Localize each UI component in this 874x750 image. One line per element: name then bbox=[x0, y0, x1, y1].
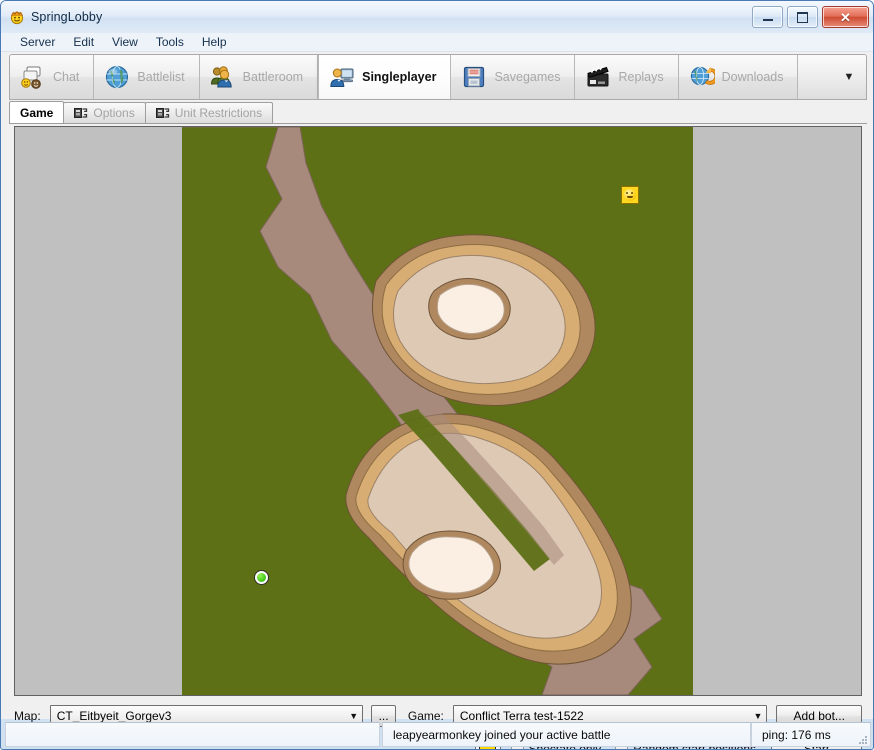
status-ping-label: ping: 176 ms bbox=[762, 727, 831, 742]
tab-singleplayer-label: Singleplayer bbox=[362, 70, 437, 84]
toolbar-spacer bbox=[798, 55, 832, 99]
maximize-icon bbox=[797, 11, 808, 23]
subtab-game[interactable]: Game bbox=[9, 101, 65, 123]
window-title: SpringLobby bbox=[31, 10, 103, 24]
menu-edit[interactable]: Edit bbox=[64, 33, 103, 51]
menu-view[interactable]: View bbox=[103, 33, 147, 51]
tab-battlelist-label: Battlelist bbox=[137, 70, 185, 84]
tab-downloads-label: Downloads bbox=[721, 70, 784, 84]
window-buttons: ✕ bbox=[752, 6, 869, 28]
tab-savegames[interactable]: Savegames bbox=[451, 55, 576, 99]
clapperboard-icon bbox=[585, 64, 611, 90]
springlobby-window: SpringLobby ✕ Server Edit View Tools Hel… bbox=[0, 0, 874, 750]
subtab-game-label: Game bbox=[20, 105, 54, 120]
start-position-face-icon bbox=[624, 189, 636, 201]
status-ping: ping: 176 ms bbox=[751, 722, 871, 747]
single-user-pc-icon bbox=[329, 64, 355, 90]
globe-download-icon bbox=[689, 64, 719, 90]
close-button[interactable]: ✕ bbox=[822, 6, 869, 28]
maximize-button[interactable] bbox=[787, 6, 818, 28]
title-bar: SpringLobby ✕ bbox=[1, 1, 873, 33]
tab-battleroom[interactable]: Battleroom bbox=[199, 55, 319, 99]
tab-battleroom-label: Battleroom bbox=[242, 70, 304, 84]
map-preview-panel[interactable] bbox=[14, 126, 862, 696]
status-message: leapyearmonkey joined your active battle bbox=[382, 722, 751, 747]
globe-icon bbox=[104, 64, 130, 90]
ally-position-marker[interactable] bbox=[255, 571, 268, 584]
start-position-marker[interactable] bbox=[621, 186, 639, 204]
menu-help[interactable]: Help bbox=[193, 33, 236, 51]
springlobby-crown-smiley-icon bbox=[9, 9, 25, 25]
tab-singleplayer[interactable]: Singleplayer bbox=[318, 55, 452, 99]
sub-tab-bar: Game Options Unit Restrictions bbox=[9, 101, 867, 124]
close-icon: ✕ bbox=[840, 9, 851, 25]
tab-downloads[interactable]: Downloads bbox=[678, 55, 799, 99]
status-bar: leapyearmonkey joined your active battle… bbox=[1, 719, 873, 747]
tab-replays-label: Replays bbox=[618, 70, 664, 84]
minimize-button[interactable] bbox=[752, 6, 783, 28]
tab-chat-label: Chat bbox=[53, 70, 80, 84]
tab-savegames-label: Savegames bbox=[494, 70, 561, 84]
toolbar-overflow-button[interactable]: ▼ bbox=[832, 55, 866, 99]
map-terrain bbox=[182, 127, 693, 695]
map-preview-image[interactable] bbox=[182, 127, 693, 695]
subtab-unit-restrictions[interactable]: Unit Restrictions bbox=[144, 102, 274, 123]
main-toolbar: Chat Battlelist Battleroom Singleplayer … bbox=[9, 54, 867, 100]
floppy-disk-icon bbox=[461, 64, 487, 90]
tab-replays[interactable]: Replays bbox=[575, 55, 679, 99]
minimize-icon bbox=[762, 19, 773, 21]
options-icon bbox=[74, 107, 88, 119]
tab-battlelist[interactable]: Battlelist bbox=[94, 55, 200, 99]
status-left-pane bbox=[5, 722, 380, 747]
subtab-options[interactable]: Options bbox=[63, 102, 146, 123]
menu-bar: Server Edit View Tools Help bbox=[1, 33, 873, 52]
people-group-icon bbox=[210, 64, 236, 90]
subtab-options-label: Options bbox=[93, 106, 135, 120]
tab-chat[interactable]: Chat bbox=[10, 55, 95, 99]
menu-tools[interactable]: Tools bbox=[147, 33, 193, 51]
unit-restrict-icon bbox=[155, 107, 170, 119]
chevron-down-icon: ▼ bbox=[843, 70, 855, 83]
menu-server[interactable]: Server bbox=[11, 33, 64, 51]
chat-bubbles-icon bbox=[20, 64, 46, 90]
subtab-unit-restrictions-label: Unit Restrictions bbox=[174, 106, 263, 120]
resize-grip-icon[interactable] bbox=[857, 734, 867, 744]
client-area: Chat Battlelist Battleroom Singleplayer … bbox=[1, 52, 873, 749]
